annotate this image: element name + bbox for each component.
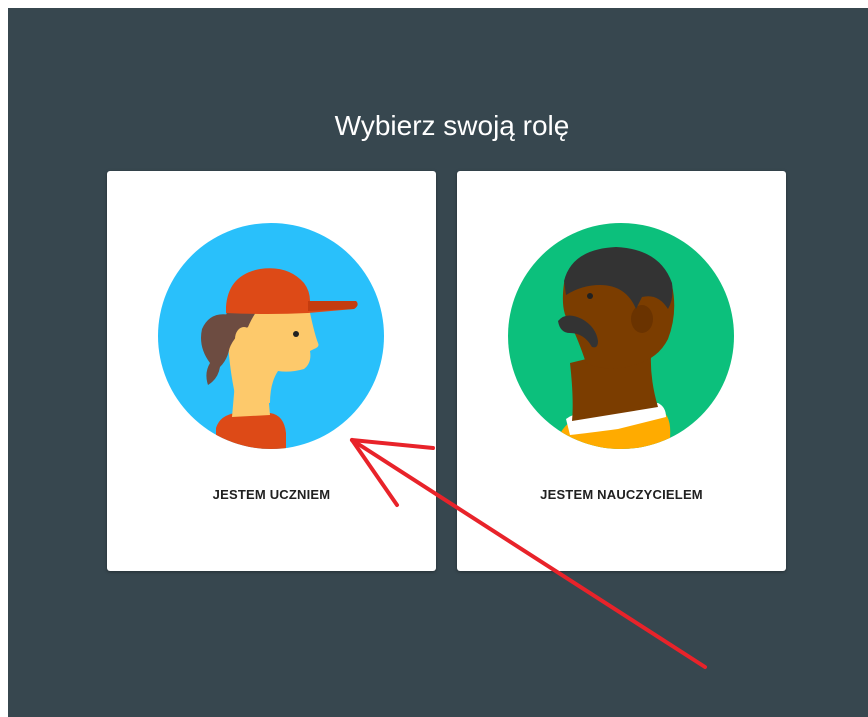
student-role-label: JESTEM UCZNIEM [212, 487, 331, 502]
teacher-avatar-icon [508, 223, 734, 449]
page-title: Wybierz swoją rolę [334, 110, 570, 141]
student-role-card[interactable]: JESTEM UCZNIEM [107, 171, 436, 571]
teacher-role-label: JESTEM NAUCZYCIELEM [540, 487, 703, 502]
teacher-role-card[interactable]: JESTEM NAUCZYCIELEM [457, 171, 786, 571]
student-avatar-icon [158, 223, 384, 449]
